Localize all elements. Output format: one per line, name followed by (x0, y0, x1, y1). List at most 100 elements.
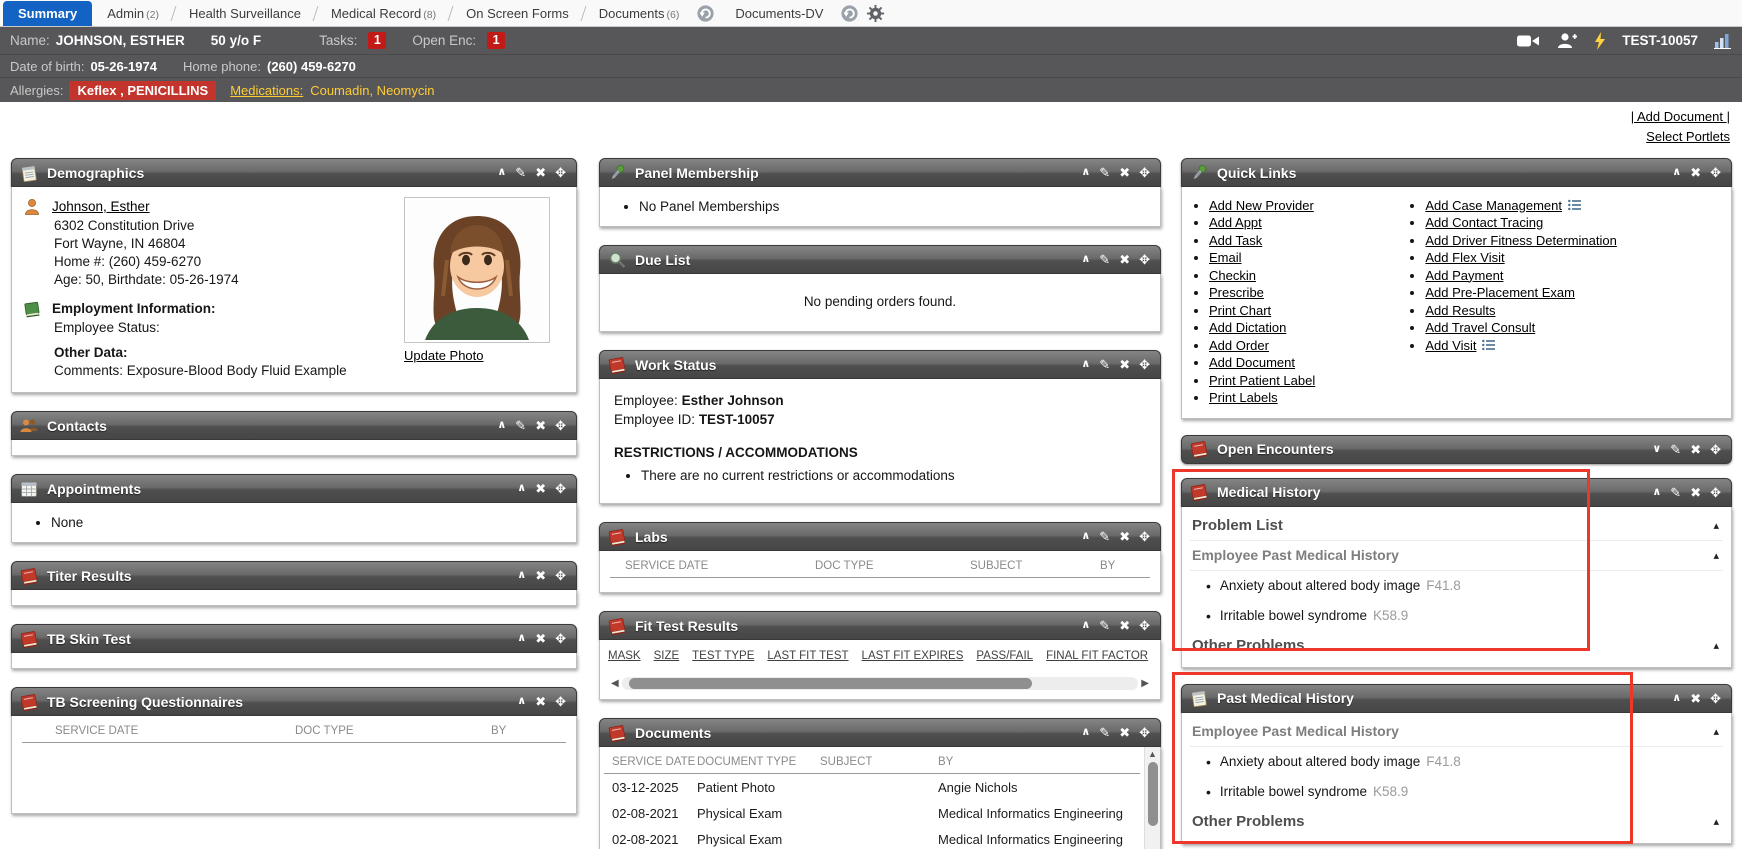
column-header[interactable]: LAST FIT TEST (767, 650, 848, 662)
tab-on-screen-forms[interactable]: On Screen Forms (451, 1, 584, 26)
edit-portlet-icon[interactable]: ✎ (1099, 166, 1110, 179)
scrollbar-thumb[interactable] (629, 678, 1032, 689)
edit-portlet-icon[interactable]: ✎ (1099, 726, 1110, 739)
close-portlet-icon[interactable]: ✖ (1119, 530, 1130, 543)
update-photo-link[interactable]: Update Photo (404, 348, 484, 363)
move-portlet-icon[interactable]: ✥ (555, 632, 566, 645)
edit-portlet-icon[interactable]: ✎ (1670, 486, 1681, 499)
close-portlet-icon[interactable]: ✖ (535, 695, 546, 708)
close-portlet-icon[interactable]: ✖ (535, 482, 546, 495)
collapse-portlet-icon[interactable]: ∧ (1672, 693, 1681, 704)
collapse-portlet-icon[interactable]: ∧ (1672, 167, 1681, 178)
list-icon[interactable] (1482, 339, 1496, 351)
table-row[interactable]: 03-12-2025 Patient Photo Angie Nichols (604, 774, 1140, 800)
open-enc-count-badge[interactable]: 1 (487, 32, 505, 49)
collapse-portlet-icon[interactable]: ∧ (517, 633, 526, 644)
close-portlet-icon[interactable]: ✖ (1690, 166, 1701, 179)
video-camera-icon[interactable] (1516, 33, 1540, 49)
collapse-portlet-icon[interactable]: ∧ (497, 420, 506, 431)
quick-link[interactable]: Add Flex Visit (1425, 250, 1504, 265)
move-portlet-icon[interactable]: ✥ (1139, 358, 1150, 371)
move-portlet-icon[interactable]: ✥ (555, 569, 566, 582)
close-portlet-icon[interactable]: ✖ (535, 419, 546, 432)
collapse-portlet-icon[interactable]: ∧ (1652, 487, 1661, 498)
edit-portlet-icon[interactable]: ✎ (515, 419, 526, 432)
portlet-titer-results-header[interactable]: Titer Results ∧ ✖ ✥ (11, 561, 577, 590)
quick-link[interactable]: Prescribe (1209, 285, 1264, 300)
scrollbar-track[interactable] (622, 677, 1139, 690)
column-header[interactable]: DOC TYPE (295, 725, 491, 737)
quick-link[interactable]: Add New Provider (1209, 198, 1314, 213)
column-header[interactable]: BY (938, 756, 953, 768)
close-portlet-icon[interactable]: ✖ (535, 632, 546, 645)
move-portlet-icon[interactable]: ✥ (555, 695, 566, 708)
lightning-bolt-icon[interactable] (1594, 32, 1606, 50)
medications-label-link[interactable]: Medications: (230, 83, 303, 98)
patient-name-link[interactable]: Johnson, Esther (52, 198, 150, 216)
quick-link[interactable]: Print Labels (1209, 390, 1278, 405)
history-item[interactable]: Irritable bowel syndrome K58.9 (1190, 777, 1723, 807)
collapse-portlet-icon[interactable]: ∧ (1081, 359, 1090, 370)
close-portlet-icon[interactable]: ✖ (535, 166, 546, 179)
tasks-count-badge[interactable]: 1 (368, 32, 386, 49)
quick-link[interactable]: Add Pre-Placement Exam (1425, 285, 1575, 300)
column-header[interactable]: LAST FIT EXPIRES (862, 650, 964, 662)
close-portlet-icon[interactable]: ✖ (535, 569, 546, 582)
quick-link[interactable]: Add Travel Consult (1425, 320, 1535, 335)
scrollbar-track[interactable] (1147, 760, 1159, 849)
bar-chart-icon[interactable] (1714, 33, 1732, 49)
move-portlet-icon[interactable]: ✥ (1710, 443, 1721, 456)
collapse-portlet-icon[interactable]: ∧ (1081, 167, 1090, 178)
quick-link[interactable]: Add Case Management (1425, 198, 1562, 213)
close-portlet-icon[interactable]: ✖ (1690, 486, 1701, 499)
settings-gear-icon[interactable] (866, 4, 885, 23)
close-portlet-icon[interactable]: ✖ (1119, 253, 1130, 266)
section-other-problems[interactable]: Other Problems ▴ (1190, 807, 1723, 837)
portlet-labs-header[interactable]: Labs ∧ ✎ ✖ ✥ (599, 522, 1161, 551)
quick-link[interactable]: Add Driver Fitness Determination (1425, 233, 1616, 248)
collapse-section-arrow-icon[interactable]: ▴ (1713, 725, 1721, 738)
column-header[interactable]: PASS/FAIL (976, 650, 1033, 662)
collapse-portlet-icon[interactable]: ∧ (1081, 254, 1090, 265)
move-portlet-icon[interactable]: ✥ (1710, 166, 1721, 179)
portlet-due-list-header[interactable]: Due List ∧ ✎ ✖ ✥ (599, 245, 1161, 274)
collapse-portlet-icon[interactable]: ∧ (517, 570, 526, 581)
collapse-section-arrow-icon[interactable]: ▴ (1713, 815, 1721, 828)
add-person-icon[interactable] (1556, 32, 1578, 50)
section-employee-past-medical-history[interactable]: Employee Past Medical History ▴ (1190, 717, 1723, 747)
portlet-panel-membership-header[interactable]: Panel Membership ∧ ✎ ✖ ✥ (599, 158, 1161, 187)
scroll-right-arrow-icon[interactable]: ▶ (1138, 678, 1152, 689)
history-item[interactable]: Anxiety about altered body image F41.8 (1190, 571, 1723, 601)
scroll-up-arrow-icon[interactable]: ▲ (1148, 748, 1157, 760)
expand-portlet-icon[interactable]: ∨ (1652, 444, 1661, 455)
quick-link[interactable]: Add Dictation (1209, 320, 1286, 335)
portlet-past-medical-history-header[interactable]: Past Medical History ∧ ✖ ✥ (1181, 684, 1732, 713)
edit-portlet-icon[interactable]: ✎ (1099, 253, 1110, 266)
column-header[interactable]: SERVICE DATE (612, 756, 697, 768)
portlet-tb-skin-test-header[interactable]: TB Skin Test ∧ ✖ ✥ (11, 624, 577, 653)
close-portlet-icon[interactable]: ✖ (1690, 443, 1701, 456)
column-header[interactable]: SUBJECT (820, 756, 938, 768)
portlet-open-encounters-header[interactable]: Open Encounters ∨ ✎ ✖ ✥ (1181, 435, 1732, 464)
quick-link[interactable]: Add Order (1209, 338, 1269, 353)
tab-documents-dv[interactable]: Documents-DV (720, 1, 838, 26)
collapse-portlet-icon[interactable]: ∧ (1081, 620, 1090, 631)
edit-portlet-icon[interactable]: ✎ (1670, 443, 1681, 456)
column-header[interactable]: SUBJECT (970, 560, 1100, 572)
collapse-section-arrow-icon[interactable]: ▴ (1713, 519, 1721, 532)
tab-admin[interactable]: Admin(2) (92, 1, 174, 26)
move-portlet-icon[interactable]: ✥ (555, 482, 566, 495)
column-header[interactable]: MASK (608, 650, 641, 662)
portlet-demographics-header[interactable]: Demographics ∧ ✎ ✖ ✥ (11, 158, 577, 187)
collapse-portlet-icon[interactable]: ∧ (497, 167, 506, 178)
column-header[interactable]: SIZE (654, 650, 680, 662)
collapse-section-arrow-icon[interactable]: ▴ (1713, 639, 1721, 652)
portlet-documents-header[interactable]: Documents ∧ ✎ ✖ ✥ (599, 718, 1161, 747)
tab-documents[interactable]: Documents(6) (584, 1, 695, 26)
section-problem-list[interactable]: Problem List ▴ (1190, 511, 1723, 541)
portlet-tb-screening-header[interactable]: TB Screening Questionnaires ∧ ✖ ✥ (11, 687, 577, 716)
portlet-work-status-header[interactable]: Work Status ∧ ✎ ✖ ✥ (599, 350, 1161, 379)
column-header[interactable]: BY (1100, 560, 1115, 572)
close-portlet-icon[interactable]: ✖ (1690, 692, 1701, 705)
quick-link[interactable]: Add Contact Tracing (1425, 215, 1543, 230)
